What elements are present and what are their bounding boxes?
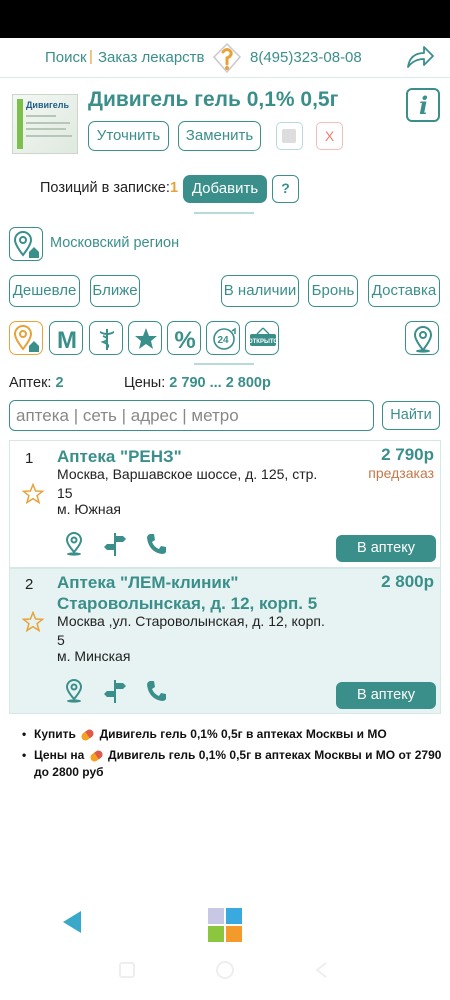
favorite-star-icon[interactable] — [22, 611, 44, 633]
replace-button[interactable]: Заменить — [178, 121, 261, 151]
clock-24-icon: 24 — [213, 327, 236, 350]
filter-delivery-button[interactable]: Доставка — [368, 275, 440, 307]
prices-label: Цены: — [124, 375, 166, 391]
discount-filter[interactable]: % — [167, 321, 201, 355]
directions-signpost-icon[interactable] — [103, 678, 127, 704]
map-pin-icon — [413, 326, 433, 353]
pharmacies-count: 2 — [55, 375, 64, 391]
product-image-brand: Дивигель — [26, 100, 70, 110]
favorites-filter[interactable] — [128, 321, 162, 355]
metro-icon: M — [57, 327, 77, 354]
info-icon: i — [419, 91, 429, 120]
go-to-pharmacy-button[interactable]: В аптеку — [336, 682, 436, 709]
refine-button[interactable]: Уточнить — [88, 121, 169, 151]
filter-reserve-button[interactable]: Бронь — [308, 275, 358, 307]
go-to-pharmacy-button[interactable]: В аптеку — [336, 535, 436, 562]
prices-link[interactable]: Цены на Дивигель гель 0,1% 0,5г в аптека… — [22, 747, 442, 781]
map-filter[interactable] — [405, 321, 439, 355]
caduceus-icon — [100, 329, 114, 350]
region-icon[interactable] — [9, 227, 43, 261]
percent-icon: % — [174, 327, 195, 354]
app-menu-icon[interactable] — [208, 908, 242, 942]
pharmacy-filter[interactable] — [89, 321, 123, 355]
pharmacy-metro: м. Южная — [57, 501, 122, 517]
product-image: Дивигель — [12, 94, 78, 154]
24h-filter[interactable]: 24 — [206, 321, 240, 355]
info-button[interactable]: i — [406, 88, 440, 122]
home-icon[interactable] — [213, 960, 237, 980]
pill-icon — [88, 748, 104, 763]
pharmacy-name[interactable]: Аптека "ЛЕМ-клиник" Староволынская, д. 1… — [57, 572, 327, 614]
result-index: 2 — [25, 576, 34, 593]
recent-apps-icon[interactable] — [118, 960, 136, 980]
related-links: Купить Дивигель гель 0,1% 0,5г в аптеках… — [22, 726, 442, 785]
status-bar — [0, 0, 450, 38]
results-stats: Аптек: 2 Цены: 2 790 ... 2 800р — [9, 375, 271, 391]
help-button[interactable]: ? — [272, 175, 299, 203]
back-triangle-icon[interactable] — [62, 910, 82, 934]
find-button[interactable]: Найти — [382, 401, 440, 430]
filter-in-stock-button[interactable]: В наличии — [221, 275, 299, 307]
pharmacy-card: 1 Аптека "РЕНЗ" 2 790р предзаказ Москва,… — [9, 440, 441, 568]
top-bar: Поиск | Заказ лекарств 8(495)323-08-08 — [0, 38, 450, 78]
svg-text:24: 24 — [217, 335, 229, 346]
star-icon — [135, 328, 157, 349]
region-label[interactable]: Московский регион — [50, 235, 179, 251]
share-icon[interactable] — [404, 43, 436, 71]
select-checkbox[interactable] — [276, 122, 303, 150]
preorder-badge: предзаказ — [368, 465, 434, 481]
remove-button[interactable]: X — [316, 122, 343, 150]
pharmacy-price: 2 790р — [381, 445, 434, 464]
pharmacy-price: 2 800р — [381, 572, 434, 591]
prices-range: 2 790 ... 2 800р — [169, 375, 271, 391]
product-title: Дивигель гель 0,1% 0,5г — [88, 88, 339, 111]
search-link[interactable]: Поиск — [45, 49, 87, 66]
pill-icon — [80, 727, 96, 742]
location-pin-icon[interactable] — [62, 531, 86, 557]
divider — [194, 212, 254, 214]
divider — [194, 363, 254, 365]
filter-cheaper-button[interactable]: Дешевле — [9, 275, 80, 307]
positions-count: 1 — [170, 180, 179, 196]
separator: | — [89, 48, 93, 65]
result-index: 1 — [25, 450, 34, 467]
open-now-filter[interactable]: ОТКРЫТО — [245, 321, 279, 355]
svg-text:ОТКРЫТО: ОТКРЫТО — [248, 339, 278, 345]
metro-filter[interactable]: M — [49, 321, 83, 355]
phone-icon[interactable] — [144, 678, 168, 704]
open-sign-icon: ОТКРЫТО — [248, 327, 278, 346]
pharmacy-search-input[interactable] — [9, 400, 374, 431]
logo-icon[interactable] — [212, 42, 242, 74]
add-button[interactable]: Добавить — [183, 175, 267, 203]
pharmacy-card: 2 Аптека "ЛЕМ-клиник" Староволынская, д.… — [9, 568, 441, 714]
pharmacy-name[interactable]: Аптека "РЕНЗ" — [57, 446, 182, 467]
pharmacy-address: Москва, Варшавское шоссе, д. 125, стр. 1… — [57, 466, 318, 501]
back-icon[interactable] — [312, 960, 330, 980]
positions-label: Позиций в записке: — [40, 180, 170, 196]
pharmacies-label: Аптек: — [9, 375, 52, 391]
order-medicines-link[interactable]: Заказ лекарств — [98, 49, 205, 66]
pharmacy-address: Москва ,ул. Староволынская, д. 12, корп.… — [57, 613, 325, 648]
phone-link[interactable]: 8(495)323-08-08 — [250, 49, 362, 66]
filter-closer-button[interactable]: Ближе — [90, 275, 140, 307]
location-home-filter[interactable] — [9, 321, 43, 355]
location-pin-icon[interactable] — [62, 678, 86, 704]
pharmacy-metro: м. Минская — [57, 648, 131, 664]
directions-signpost-icon[interactable] — [103, 531, 127, 557]
buy-link[interactable]: Купить Дивигель гель 0,1% 0,5г в аптеках… — [22, 726, 442, 743]
favorite-star-icon[interactable] — [22, 483, 44, 505]
phone-icon[interactable] — [144, 531, 168, 557]
